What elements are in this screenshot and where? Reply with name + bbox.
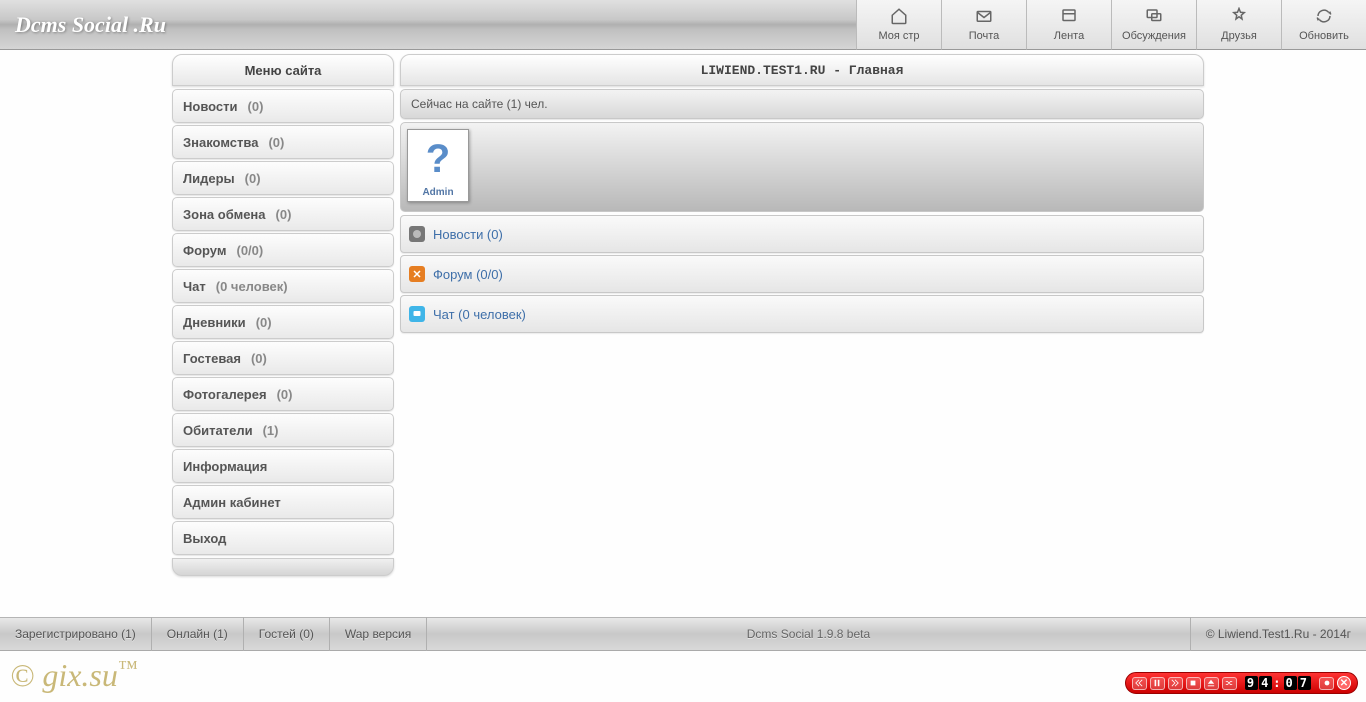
sidebar-footer xyxy=(172,558,394,576)
sidebar-item-gallery[interactable]: Фотогалерея (0) xyxy=(172,377,394,411)
content-link-label: Новости (0) xyxy=(433,227,503,242)
sidebar-item-logout[interactable]: Выход xyxy=(172,521,394,555)
sidebar: Меню сайта Новости (0) Знакомства (0) Лиде… xyxy=(172,54,394,610)
nav-label: Почта xyxy=(969,30,1000,42)
sidebar-item-count: (0) xyxy=(245,171,261,186)
content-link-news[interactable]: Новости (0) xyxy=(400,215,1204,253)
player-record-button[interactable] xyxy=(1319,677,1334,690)
sidebar-item-dating[interactable]: Знакомства (0) xyxy=(172,125,394,159)
refresh-icon xyxy=(1314,7,1334,28)
user-card[interactable]: ? Admin xyxy=(407,129,469,202)
media-player: 94:07 ✕ xyxy=(1125,672,1358,694)
footer-wap[interactable]: Wap версия xyxy=(330,617,427,651)
main-content: Меню сайта Новости (0) Знакомства (0) Лиде… xyxy=(0,50,1366,610)
sidebar-item-chat[interactable]: Чат (0 человек) xyxy=(172,269,394,303)
sidebar-item-count: (1) xyxy=(263,423,279,438)
page-title: LIWIEND.TEST1.RU - Главная xyxy=(400,54,1204,86)
feed-icon xyxy=(1059,7,1079,28)
sidebar-item-label: Зона обмена xyxy=(183,207,266,222)
sidebar-title: Меню сайта xyxy=(172,54,394,86)
sidebar-item-exchange[interactable]: Зона обмена (0) xyxy=(172,197,394,231)
player-stop-button[interactable] xyxy=(1186,677,1201,690)
sidebar-item-count: (0) xyxy=(268,135,284,150)
nav-label: Моя стр xyxy=(878,30,919,42)
content-link-label: Форум (0/0) xyxy=(433,267,503,282)
content-link-forum[interactable]: Форум (0/0) xyxy=(400,255,1204,293)
sidebar-item-label: Информация xyxy=(183,459,267,474)
nav-label: Обновить xyxy=(1299,30,1349,42)
top-nav: Моя стр Почта Лента Обсуждения Друзья Об… xyxy=(856,0,1366,50)
discuss-icon xyxy=(1144,7,1164,28)
player-close-button[interactable]: ✕ xyxy=(1337,676,1351,690)
sidebar-item-count: (0 человек) xyxy=(216,279,288,294)
watermark: © gix.su™ xyxy=(10,657,137,694)
nav-friends[interactable]: Друзья xyxy=(1196,0,1281,50)
sidebar-item-count: (0) xyxy=(277,387,293,402)
footer-online[interactable]: Онлайн (1) xyxy=(152,617,244,651)
user-name: Admin xyxy=(411,187,465,198)
player-next-button[interactable] xyxy=(1168,677,1183,690)
sidebar-item-admin[interactable]: Админ кабинет xyxy=(172,485,394,519)
sidebar-item-label: Админ кабинет xyxy=(183,495,281,510)
content-area: LIWIEND.TEST1.RU - Главная Сейчас на сай… xyxy=(400,54,1204,610)
users-online-block: ? Admin xyxy=(400,122,1204,212)
footer-version: Dcms Social 1.9.8 beta xyxy=(427,627,1189,641)
sidebar-item-label: Фотогалерея xyxy=(183,387,267,402)
chat-icon xyxy=(409,306,425,322)
news-icon xyxy=(409,226,425,242)
sidebar-item-label: Чат xyxy=(183,279,206,294)
sidebar-item-label: Форум xyxy=(183,243,226,258)
player-time: 94:07 xyxy=(1240,676,1316,690)
content-link-chat[interactable]: Чат (0 человек) xyxy=(400,295,1204,333)
nav-feed[interactable]: Лента xyxy=(1026,0,1111,50)
sidebar-item-label: Обитатели xyxy=(183,423,253,438)
nav-my-page[interactable]: Моя стр xyxy=(856,0,941,50)
sidebar-item-residents[interactable]: Обитатели (1) xyxy=(172,413,394,447)
home-icon xyxy=(889,7,909,28)
sidebar-item-count: (0) xyxy=(251,351,267,366)
sidebar-item-count: (0/0) xyxy=(236,243,263,258)
sidebar-item-info[interactable]: Информация xyxy=(172,449,394,483)
sidebar-item-label: Лидеры xyxy=(183,171,235,186)
forum-icon xyxy=(409,266,425,282)
footer-copyright: © Liwiend.Test1.Ru - 2014г xyxy=(1190,617,1366,651)
sidebar-item-count: (0) xyxy=(256,315,272,330)
sidebar-item-guestbook[interactable]: Гостевая (0) xyxy=(172,341,394,375)
footer-guests[interactable]: Гостей (0) xyxy=(244,617,330,651)
sidebar-item-label: Выход xyxy=(183,531,226,546)
footer-registered[interactable]: Зарегистрировано (1) xyxy=(0,617,152,651)
sidebar-item-leaders[interactable]: Лидеры (0) xyxy=(172,161,394,195)
nav-label: Друзья xyxy=(1221,30,1257,42)
content-link-label: Чат (0 человек) xyxy=(433,307,526,322)
sidebar-item-label: Дневники xyxy=(183,315,246,330)
friends-icon xyxy=(1229,7,1249,28)
nav-label: Обсуждения xyxy=(1122,30,1186,42)
sidebar-item-news[interactable]: Новости (0) xyxy=(172,89,394,123)
footer: Зарегистрировано (1) Онлайн (1) Гостей (… xyxy=(0,617,1366,651)
sidebar-item-count: (0) xyxy=(248,99,264,114)
player-shuffle-button[interactable] xyxy=(1222,677,1237,690)
nav-refresh[interactable]: Обновить xyxy=(1281,0,1366,50)
player-pause-button[interactable] xyxy=(1150,677,1165,690)
sidebar-item-label: Знакомства xyxy=(183,135,258,150)
avatar-placeholder-icon: ? xyxy=(412,133,464,185)
sidebar-item-diaries[interactable]: Дневники (0) xyxy=(172,305,394,339)
site-title: Dcms Social .Ru xyxy=(0,12,166,38)
player-prev-button[interactable] xyxy=(1132,677,1147,690)
sidebar-item-count: (0) xyxy=(276,207,292,222)
nav-mail[interactable]: Почта xyxy=(941,0,1026,50)
nav-discussions[interactable]: Обсуждения xyxy=(1111,0,1196,50)
nav-label: Лента xyxy=(1054,30,1084,42)
player-eject-button[interactable] xyxy=(1204,677,1219,690)
sidebar-item-label: Гостевая xyxy=(183,351,241,366)
header: Dcms Social .Ru Моя стр Почта Лента Обсу… xyxy=(0,0,1366,50)
sidebar-item-forum[interactable]: Форум (0/0) xyxy=(172,233,394,267)
sidebar-item-label: Новости xyxy=(183,99,238,114)
mail-icon xyxy=(974,7,994,28)
online-status: Сейчас на сайте (1) чел. xyxy=(400,89,1204,119)
